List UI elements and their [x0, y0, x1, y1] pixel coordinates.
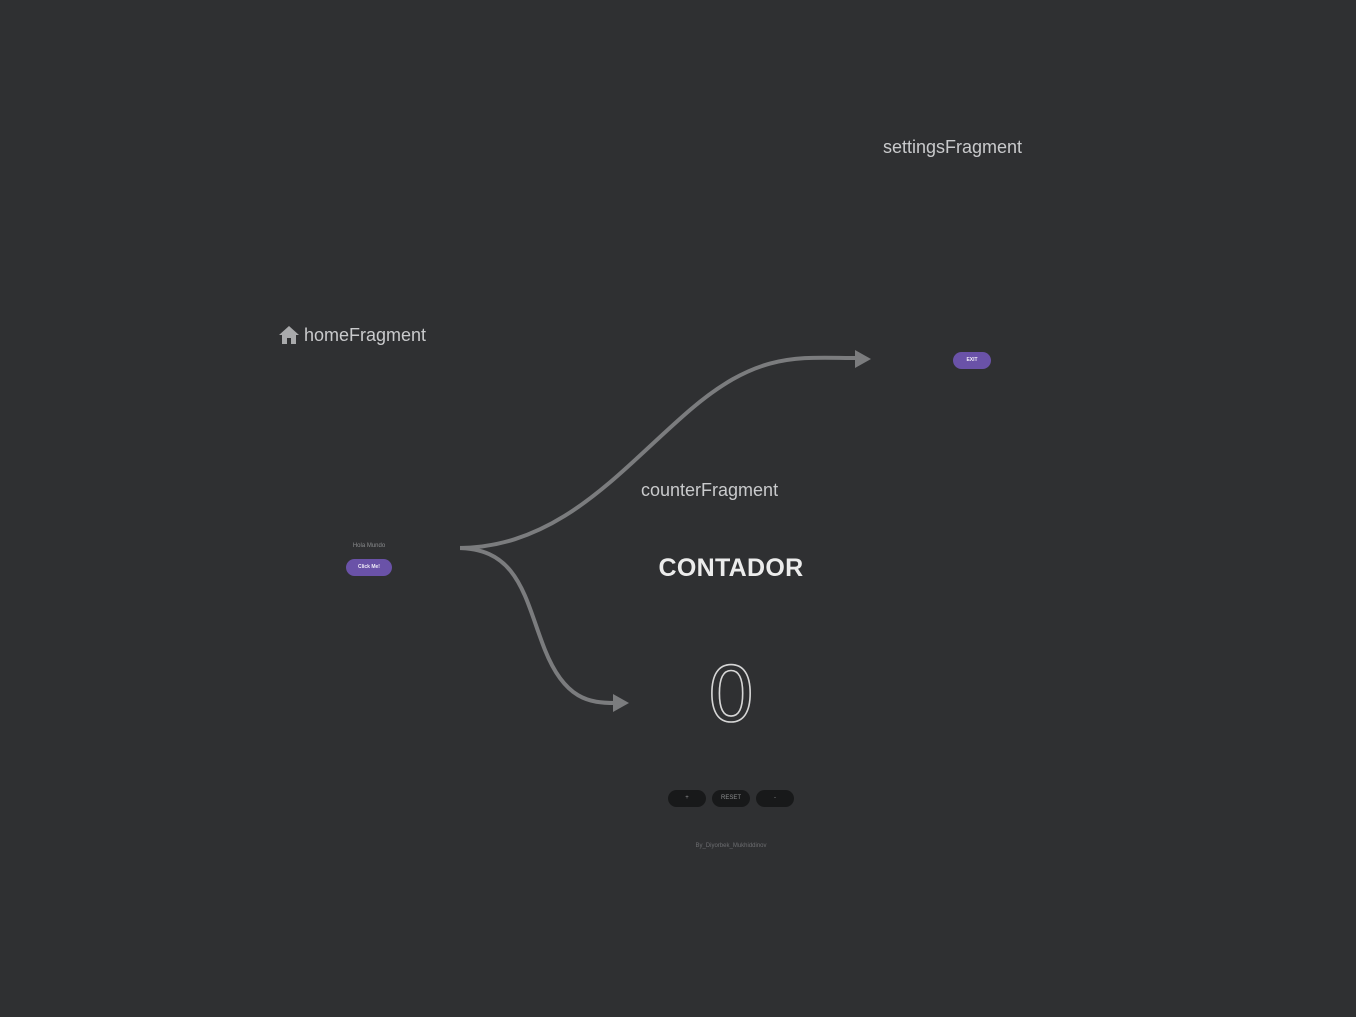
increment-button[interactable]: +	[668, 790, 706, 807]
action-home-to-counter[interactable]	[456, 546, 616, 705]
exit-button[interactable]: EXIT	[953, 352, 991, 369]
decrement-button[interactable]: -	[756, 790, 794, 807]
settings-fragment-title[interactable]: settingsFragment	[883, 137, 1022, 157]
action-home-to-counter-arrowhead	[613, 694, 629, 712]
counter-value: 0	[706, 649, 756, 740]
counter-fragment-preview[interactable]: CONTADOR 0 + RESET - By_Diyorbek_Mukhidd…	[640, 505, 822, 893]
home-fragment-label: homeFragment	[304, 325, 427, 345]
home-fragment-title[interactable]: homeFragment	[278, 325, 426, 345]
click-me-button[interactable]: Click Me!	[346, 559, 392, 576]
author-credit: By_Diyorbek_Mukhiddinov	[695, 843, 767, 849]
home-fragment-preview[interactable]: Hola Mundo Click Me!	[278, 352, 460, 740]
counter-fragment-title[interactable]: counterFragment	[641, 480, 778, 500]
home-icon	[279, 326, 299, 344]
hola-mundo-text: Hola Mundo	[352, 543, 386, 549]
action-home-to-settings-arrowhead	[855, 350, 871, 368]
settings-fragment-preview[interactable]: EXIT	[883, 165, 1065, 553]
navigation-graph-canvas[interactable]: homeFragment Hola Mundo Click Me! counte…	[0, 0, 1356, 1017]
contador-heading: CONTADOR	[658, 554, 804, 582]
reset-button[interactable]: RESET	[712, 790, 750, 807]
